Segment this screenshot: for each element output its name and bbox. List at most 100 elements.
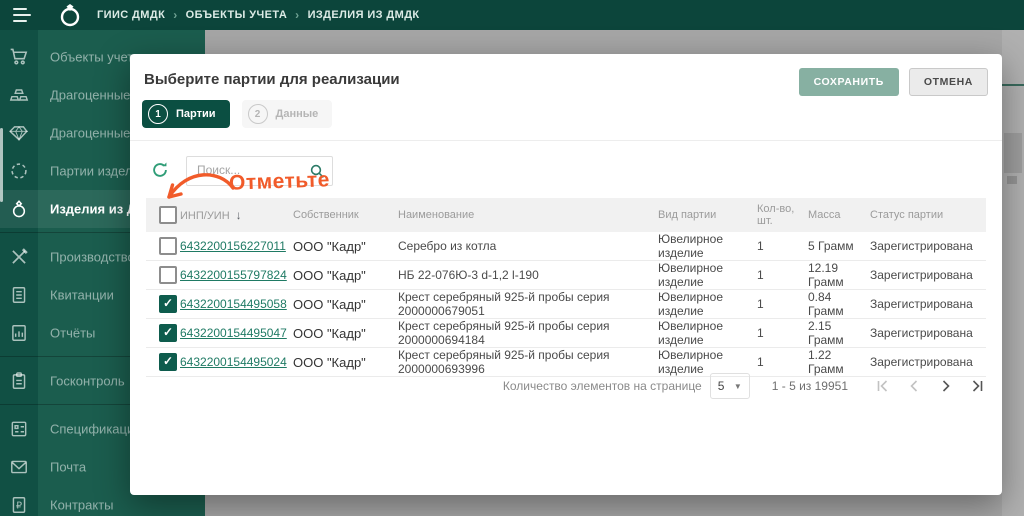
qty-cell: 1	[757, 326, 764, 340]
breadcrumb-separator: ›	[173, 8, 178, 22]
refresh-icon[interactable]	[148, 159, 172, 183]
search-box	[186, 156, 333, 186]
background-dimmed-button	[1004, 133, 1022, 173]
table-row: 6432200156227011 ООО "Кадр" Серебро из к…	[146, 232, 986, 261]
owner-cell: ООО "Кадр"	[293, 354, 366, 370]
status-cell: Зарегистрирована	[870, 297, 973, 311]
select-batches-dialog: Выберите партии для реализации СОХРАНИТЬ…	[130, 54, 1002, 495]
sidebar-item-label: Квитанции	[50, 287, 114, 303]
table-row: 6432200155797824 ООО "Кадр" НБ 22-076Ю-3…	[146, 261, 986, 290]
breadcrumb-separator: ›	[295, 8, 300, 22]
next-page-icon[interactable]	[938, 378, 954, 394]
background-dimmed-glyph	[1007, 176, 1017, 184]
select-all-checkbox[interactable]	[159, 206, 177, 224]
first-page-icon[interactable]	[874, 378, 890, 394]
cancel-button[interactable]: ОТМЕНА	[908, 68, 988, 96]
top-bar: ГИИС ДМДК › ОБЪЕКТЫ УЧЕТА › ИЗДЕЛИЯ ИЗ ДМДК	[0, 0, 1024, 30]
column-header-mass[interactable]: Масса	[808, 209, 870, 221]
inp-link[interactable]: 6432200154495058	[180, 297, 287, 311]
page-range: 1 - 5 из 19951	[771, 379, 848, 393]
breadcrumb-item[interactable]: ИЗДЕЛИЯ ИЗ ДМДК	[308, 9, 420, 21]
cart-icon	[9, 47, 29, 67]
metals-icon	[9, 85, 29, 105]
type-cell: Ювелирное изделие	[658, 319, 723, 347]
mass-cell: 5 Грамм	[808, 239, 854, 253]
column-header-status[interactable]: Статус партии	[870, 209, 986, 221]
batches-table: ИНП/УИН ↓ Собственник Наименование Вид па…	[146, 198, 986, 377]
row-checkbox[interactable]	[159, 353, 177, 371]
sort-down-icon[interactable]: ↓	[236, 208, 242, 222]
sidebar-item-label: Производство	[50, 249, 135, 265]
owner-cell: ООО "Кадр"	[293, 238, 366, 254]
background-tab-underline	[1002, 84, 1024, 86]
row-checkbox[interactable]	[159, 295, 177, 313]
row-checkbox[interactable]	[159, 237, 177, 255]
table-toolbar	[148, 156, 333, 186]
batches-icon	[9, 161, 29, 181]
inp-link[interactable]: 6432200154495024	[180, 355, 287, 369]
last-page-icon[interactable]	[970, 378, 986, 394]
owner-cell: ООО "Кадр"	[293, 267, 366, 283]
ring-icon	[9, 199, 29, 219]
sidebar-item-label: Объекты учета	[50, 49, 141, 65]
row-checkbox[interactable]	[159, 324, 177, 342]
svg-text:₽: ₽	[16, 500, 22, 511]
spec-icon	[9, 419, 29, 439]
wizard-steps: 1 Партии 2 Данные	[142, 100, 333, 128]
pagination-nav	[874, 378, 986, 394]
inp-link[interactable]: 6432200155797824	[180, 268, 287, 282]
owner-cell: ООО "Кадр"	[293, 296, 366, 312]
page-size-label: Количество элементов на странице	[502, 379, 702, 393]
previous-page-icon[interactable]	[906, 378, 922, 394]
steps-divider	[130, 140, 1002, 141]
report-icon	[9, 323, 29, 343]
step-number: 2	[247, 104, 268, 124]
sidebar-item-label: Госконтроль	[50, 373, 125, 389]
table-row: 6432200154495047 ООО "Кадр" Крест серебр…	[146, 319, 986, 348]
inp-link[interactable]: 6432200156227011	[180, 239, 286, 253]
step-data[interactable]: 2 Данные	[241, 100, 333, 128]
menu-collapse-icon[interactable]	[13, 8, 31, 22]
name-cell: НБ 22-076Ю-3 d-1,2 l-190	[398, 268, 539, 282]
step-label: Партии	[176, 108, 216, 120]
table-row: 6432200154495058 ООО "Кадр" Крест серебр…	[146, 290, 986, 319]
sidebar-item-label: Почта	[50, 459, 87, 475]
type-cell: Ювелирное изделие	[658, 232, 723, 260]
save-button[interactable]: СОХРАНИТЬ	[798, 68, 899, 96]
app-logo-ring-icon	[57, 2, 83, 28]
sidebar-item-label: Спецификации	[50, 421, 142, 437]
column-header-owner[interactable]: Собственник	[293, 209, 398, 221]
status-cell: Зарегистрирована	[870, 239, 973, 253]
gems-icon	[9, 123, 29, 143]
step-number: 1	[148, 104, 168, 124]
mass-cell: 0.84 Грамм	[808, 290, 844, 318]
row-checkbox[interactable]	[159, 266, 177, 284]
chevron-down-icon: ▼	[733, 381, 742, 391]
type-cell: Ювелирное изделие	[658, 290, 723, 318]
mass-cell: 2.15 Грамм	[808, 319, 844, 347]
dialog-actions: СОХРАНИТЬ ОТМЕНА	[798, 68, 988, 96]
sidebar-item-label: Контракты	[50, 497, 114, 513]
qty-cell: 1	[757, 355, 764, 369]
qty-cell: 1	[757, 297, 764, 311]
column-header-inp[interactable]: ИНП/УИН ↓	[180, 208, 293, 222]
breadcrumb-item[interactable]: ОБЪЕКТЫ УЧЕТА	[186, 9, 288, 21]
name-cell: Крест серебряный 925-й пробы серия 20000…	[398, 319, 610, 347]
pagination: Количество элементов на странице 5 ▼ 1 -…	[503, 372, 986, 400]
mass-cell: 12.19 Грамм	[808, 261, 844, 289]
inp-link[interactable]: 6432200154495047	[180, 326, 287, 340]
sidebar-scrollbar[interactable]	[0, 128, 3, 202]
page-size-select[interactable]: 5 ▼	[709, 373, 750, 399]
search-icon[interactable]	[309, 163, 325, 179]
step-batches[interactable]: 1 Партии	[142, 100, 230, 128]
column-header-qty[interactable]: Кол-во, шт.	[757, 203, 808, 227]
sidebar-item-label: Отчёты	[50, 325, 96, 341]
status-cell: Зарегистрирована	[870, 326, 973, 340]
column-header-type[interactable]: Вид партии	[658, 209, 757, 221]
search-input[interactable]	[187, 157, 312, 183]
breadcrumb: ГИИС ДМДК › ОБЪЕКТЫ УЧЕТА › ИЗДЕЛИЯ ИЗ ДМДК	[97, 8, 420, 22]
type-cell: Ювелирное изделие	[658, 261, 723, 289]
column-header-name[interactable]: Наименование	[398, 209, 658, 221]
breadcrumb-item[interactable]: ГИИС ДМДК	[97, 9, 165, 21]
step-label: Данные	[275, 108, 319, 120]
